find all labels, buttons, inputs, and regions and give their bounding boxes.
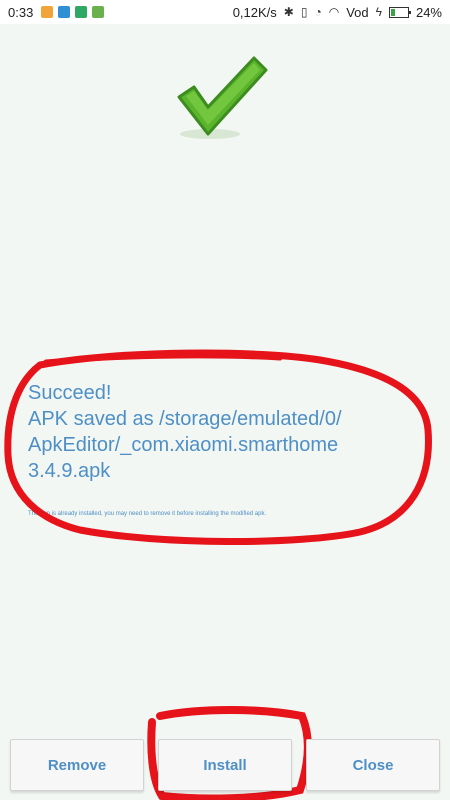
bluetooth-icon: ✱ bbox=[283, 5, 294, 19]
status-time: 0:33 bbox=[8, 4, 34, 20]
install-button[interactable]: Install bbox=[158, 739, 292, 791]
charging-icon: ϟ bbox=[375, 5, 382, 19]
message-line: 3.4.9.apk bbox=[28, 460, 111, 482]
skype-icon bbox=[58, 6, 71, 18]
battery-percent: 24% bbox=[415, 4, 442, 20]
carrier-name: Vod bbox=[346, 4, 369, 20]
close-button[interactable]: Close bbox=[306, 739, 440, 791]
vibrate-icon: ▯ bbox=[300, 5, 308, 19]
remove-button[interactable]: Remove bbox=[10, 739, 144, 791]
green-app-icon bbox=[75, 6, 88, 18]
android-icon bbox=[92, 6, 105, 18]
wifi-icon: ◠ bbox=[328, 5, 340, 19]
message-line: APK saved as /storage/emulated/0/ bbox=[28, 408, 342, 430]
result-message: Succeed! APK saved as /storage/emulated/… bbox=[28, 380, 438, 484]
network-speed: 0,12K/s bbox=[232, 4, 277, 20]
button-bar: Remove Install Close bbox=[0, 730, 450, 800]
battery-icon bbox=[388, 6, 411, 18]
message-line: Succeed! bbox=[28, 382, 112, 404]
message-line: ApkEditor/_com.xiaomi.smarthome bbox=[28, 434, 339, 456]
status-bar: 0:33 0,12K/s ✱ ▯ ◔ ◠ Vod ϟ 24% bbox=[0, 0, 450, 24]
success-check-icon bbox=[177, 56, 268, 139]
alarm-icon: ◔ bbox=[314, 5, 322, 19]
orange-app-icon bbox=[41, 6, 54, 18]
install-note: The app is already installed, you may ne… bbox=[28, 511, 267, 517]
